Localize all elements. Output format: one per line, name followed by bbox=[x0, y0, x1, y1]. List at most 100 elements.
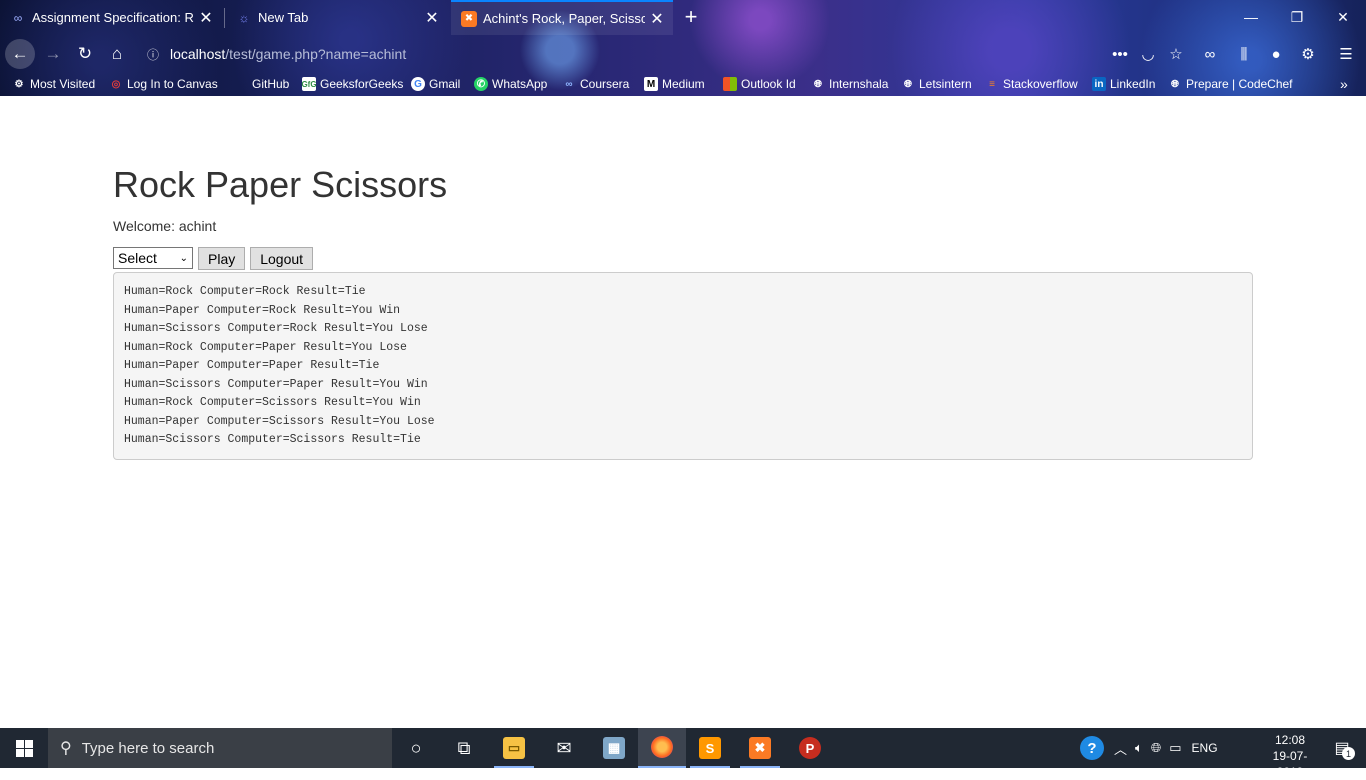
xampp-button[interactable]: ✖ bbox=[736, 728, 784, 768]
bookmark-label: LinkedIn bbox=[1110, 77, 1156, 91]
canvas-icon: ◎ bbox=[111, 78, 121, 90]
help-icon[interactable]: ? bbox=[1080, 736, 1104, 760]
file-explorer-button[interactable]: ▭ bbox=[490, 728, 538, 768]
language-indicator[interactable]: ENG bbox=[1192, 741, 1218, 755]
bookmark-label: WhatsApp bbox=[492, 77, 548, 91]
menu-button[interactable]: ☰ bbox=[1334, 42, 1358, 66]
bookmark-label: Medium bbox=[662, 77, 705, 91]
xampp-icon: ✖ bbox=[461, 10, 477, 27]
bookmark-label: Internshala bbox=[829, 77, 889, 91]
private-mask-button[interactable]: ∞ bbox=[1198, 42, 1222, 66]
search-placeholder: Type here to search bbox=[81, 739, 215, 757]
stackoverflow-icon: ≡ bbox=[989, 78, 995, 90]
bookmark-codechef[interactable]: 🌐︎ Prepare | CodeChef bbox=[1168, 75, 1293, 93]
choice-select[interactable]: Select ⌄ bbox=[113, 247, 193, 269]
page-actions-button[interactable]: ••• bbox=[1108, 42, 1132, 66]
tab-rock-paper-scissors[interactable]: ✖ Achint's Rock, Paper, Scissors ✕ bbox=[451, 0, 673, 35]
mail-icon: ✉ bbox=[556, 737, 572, 758]
chevron-up-icon[interactable]: ︿ bbox=[1114, 739, 1127, 758]
navigation-bar: ← → ↻ ⌂ ⓘ localhost/test/game.php?name=a… bbox=[0, 37, 1366, 70]
bookmark-stackoverflow[interactable]: ≡ Stackoverflow bbox=[985, 75, 1078, 93]
battery-icon[interactable]: ▭ bbox=[1169, 740, 1181, 756]
bookmark-label: Most Visited bbox=[30, 77, 96, 91]
mask-icon: ∞ bbox=[1204, 45, 1216, 63]
volume-icon[interactable]: 🔈︎ bbox=[1135, 740, 1143, 756]
bookmark-linkedin[interactable]: in LinkedIn bbox=[1092, 75, 1155, 93]
browser-chrome: ∞ Assignment Specification: Rock ✕ ☼ New… bbox=[0, 0, 1366, 96]
sublime-text-button[interactable]: S bbox=[686, 728, 734, 768]
folder-icon: ▭ bbox=[503, 737, 525, 759]
bookmark-coursera[interactable]: ∞ Coursera bbox=[562, 75, 629, 93]
close-icon[interactable]: ✕ bbox=[649, 9, 665, 29]
microsoft-icon bbox=[723, 77, 737, 91]
result-line: Human=Paper Computer=Scissors Result=You… bbox=[124, 414, 435, 428]
globe-icon: 🌐︎ bbox=[904, 78, 912, 90]
start-button[interactable] bbox=[0, 728, 48, 768]
bookmark-gmail[interactable]: G Gmail bbox=[411, 75, 460, 93]
choice-select-value: Select bbox=[118, 250, 157, 266]
close-window-button[interactable]: ✕ bbox=[1320, 0, 1366, 34]
page-title: Rock Paper Scissors bbox=[113, 164, 448, 205]
forward-button[interactable]: → bbox=[38, 39, 68, 69]
bookmark-whatsapp[interactable]: ✆ WhatsApp bbox=[474, 75, 547, 93]
bookmark-label: Log In to Canvas bbox=[127, 77, 218, 91]
info-icon[interactable]: ⓘ bbox=[142, 46, 164, 62]
tab-assignment[interactable]: ∞ Assignment Specification: Rock ✕ bbox=[0, 0, 222, 35]
result-line: Human=Paper Computer=Paper Result=Tie bbox=[124, 359, 380, 372]
result-line: Human=Rock Computer=Scissors Result=You … bbox=[124, 396, 421, 409]
github-icon bbox=[234, 77, 248, 91]
network-icon[interactable]: 🌐︎ bbox=[1151, 740, 1161, 756]
bookmark-star-button[interactable]: ☆ bbox=[1164, 42, 1188, 66]
bookmark-label: Letsintern bbox=[919, 77, 972, 91]
globe-icon: 🌐︎ bbox=[814, 78, 822, 90]
bookmark-canvas[interactable]: ◎ Log In to Canvas bbox=[109, 75, 218, 93]
pocket-button[interactable]: ◡ bbox=[1136, 42, 1160, 66]
result-line: Human=Scissors Computer=Paper Result=You… bbox=[124, 377, 428, 391]
minimize-button[interactable]: — bbox=[1228, 0, 1274, 34]
bookmark-github[interactable]: GitHub bbox=[234, 75, 289, 93]
bookmarks-overflow-button[interactable]: » bbox=[1340, 75, 1348, 93]
result-line: Human=Rock Computer=Rock Result=Tie bbox=[124, 285, 366, 298]
bookmark-geeksforgeeks[interactable]: GfG GeeksforGeeks bbox=[301, 75, 404, 93]
close-icon[interactable]: ✕ bbox=[424, 8, 440, 28]
reload-icon: ↻ bbox=[77, 44, 93, 63]
task-view-button[interactable]: ⧉ bbox=[440, 728, 488, 768]
tab-new-tab[interactable]: ☼ New Tab ✕ bbox=[226, 0, 448, 35]
bookmark-outlook[interactable]: Outlook Id bbox=[723, 75, 796, 93]
bookmark-label: Outlook Id bbox=[741, 77, 796, 91]
new-tab-button[interactable]: + bbox=[680, 4, 702, 30]
close-icon[interactable]: ✕ bbox=[198, 8, 214, 28]
bookmark-label: GeeksforGeeks bbox=[320, 77, 404, 91]
taskbar: ⚲ Type here to search ○ ⧉ ▭ ✉ ▦ S ✖ P ? … bbox=[0, 728, 1366, 779]
taskbar-search[interactable]: ⚲ Type here to search bbox=[48, 728, 392, 768]
address-bar[interactable]: ⓘ localhost/test/game.php?name=achint bbox=[142, 43, 406, 65]
bookmark-most-visited[interactable]: ⚙ Most Visited bbox=[12, 75, 96, 93]
bookmark-letsintern[interactable]: 🌐︎ Letsintern bbox=[901, 75, 972, 93]
reload-button[interactable]: ↻ bbox=[70, 39, 100, 69]
action-center-button[interactable]: ▤ 1 bbox=[1328, 736, 1356, 760]
postman-button[interactable]: P bbox=[786, 728, 834, 768]
firefox-taskbar-button[interactable] bbox=[638, 728, 686, 768]
search-icon: ⚲ bbox=[60, 740, 72, 757]
gear-icon: ⚙ bbox=[14, 78, 24, 90]
restore-button[interactable]: ❐ bbox=[1274, 0, 1320, 34]
control-panel-button[interactable]: ▦ bbox=[590, 728, 638, 768]
back-button[interactable]: ← bbox=[5, 39, 35, 69]
logout-button[interactable]: Logout bbox=[250, 247, 314, 270]
library-button[interactable]: ⫼ bbox=[1232, 42, 1256, 66]
extension-button[interactable]: ⚙ bbox=[1296, 42, 1320, 66]
clock[interactable]: 12:08 19-07-2019 bbox=[1262, 732, 1318, 780]
windows-icon bbox=[15, 739, 33, 757]
play-button[interactable]: Play bbox=[198, 247, 246, 270]
notification-count: 1 bbox=[1342, 747, 1355, 760]
cortana-button[interactable]: ○ bbox=[392, 728, 440, 768]
linkedin-icon: in bbox=[1092, 77, 1106, 91]
bookmarks-toolbar: ⚙ Most Visited ◎ Log In to Canvas GitHub G… bbox=[0, 72, 1366, 96]
sublime-text-icon: S bbox=[699, 737, 721, 759]
account-button[interactable]: ● bbox=[1264, 42, 1288, 66]
bookmark-internshala[interactable]: 🌐︎ Internshala bbox=[811, 75, 888, 93]
mail-button[interactable]: ✉ bbox=[540, 728, 588, 768]
home-button[interactable]: ⌂ bbox=[102, 39, 132, 69]
bookmark-medium[interactable]: M Medium bbox=[644, 75, 705, 93]
coursera-icon: ∞ bbox=[565, 78, 573, 90]
